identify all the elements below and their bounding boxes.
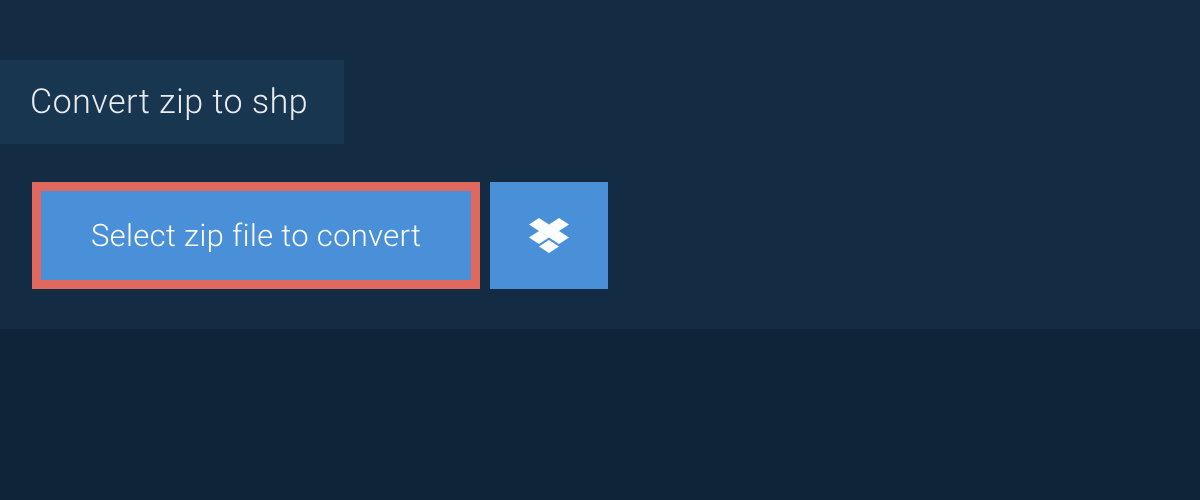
page-title: Convert zip to shp	[30, 82, 308, 122]
converter-panel: Convert zip to shp Select zip file to co…	[0, 0, 1200, 329]
dropbox-button[interactable]	[490, 182, 608, 289]
select-file-button[interactable]: Select zip file to convert	[32, 182, 480, 289]
dropbox-icon	[529, 218, 569, 254]
tab-header: Convert zip to shp	[0, 60, 344, 144]
select-file-label: Select zip file to convert	[91, 217, 421, 254]
action-row: Select zip file to convert	[32, 182, 1200, 289]
